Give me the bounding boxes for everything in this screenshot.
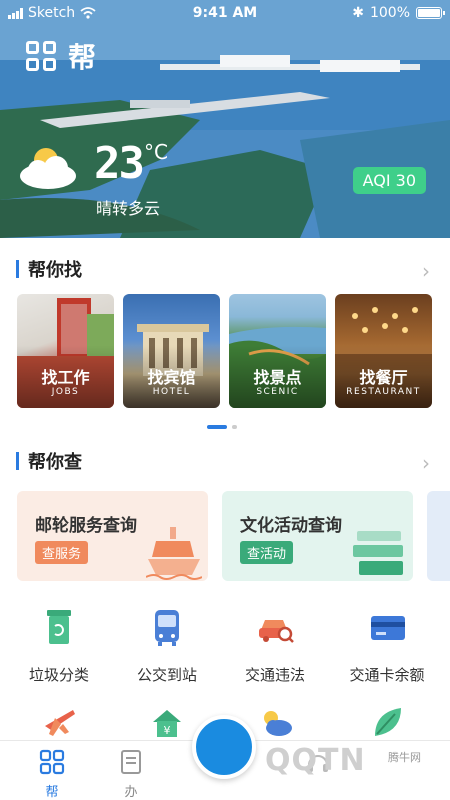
service-environment[interactable] xyxy=(332,702,442,742)
tab-label: 办 xyxy=(124,785,138,800)
query-card-title: 文化活动查询 xyxy=(240,516,342,536)
service-flight[interactable] xyxy=(4,702,114,742)
card-restaurant[interactable]: 找餐厅 RESTAURANT xyxy=(335,294,432,408)
chevron-right-icon[interactable]: › xyxy=(422,451,430,475)
service-label: 垃圾分类 xyxy=(28,666,89,684)
battery-percent: 100% xyxy=(369,5,410,21)
find-cards: 找工作 JOBS 找宾馆 HOTEL 找景点 SCENIC 找餐厅 RESTAU… xyxy=(17,294,450,410)
query-section-header[interactable]: 帮你查 › xyxy=(16,446,436,476)
document-tab-icon xyxy=(121,750,141,774)
transit-card-icon xyxy=(371,616,405,640)
card-title: 找餐厅 xyxy=(359,368,408,387)
tab-bang[interactable]: 帮 xyxy=(22,749,82,800)
card-subtitle: JOBS xyxy=(51,387,80,397)
cruise-query-card[interactable]: 邮轮服务查询 查服务 xyxy=(17,491,208,581)
tab-label: 帮 xyxy=(45,785,59,800)
watermark-small: 腾牛网 xyxy=(388,751,421,764)
house-yuan-icon: ¥ xyxy=(153,710,181,737)
ship-icon xyxy=(146,527,202,580)
carousel-dot[interactable] xyxy=(232,425,237,429)
section-accent-bar xyxy=(16,260,19,278)
bluetooth-icon: ✱ xyxy=(352,5,364,21)
trash-bin-icon xyxy=(47,610,71,644)
service-label: 公交到站 xyxy=(136,666,197,684)
chevron-right-icon[interactable]: › xyxy=(422,259,430,283)
query-card-title: 邮轮服务查询 xyxy=(35,516,137,536)
find-section-header[interactable]: 帮你找 › xyxy=(16,254,436,284)
carousel-dot-active xyxy=(207,425,227,429)
aqi-badge[interactable]: AQI 30 xyxy=(352,167,426,194)
grid-logo-icon xyxy=(26,41,56,71)
car-search-icon xyxy=(259,620,294,643)
bottom-tab-bar: 帮 办 QQTN 腾牛网 xyxy=(0,715,450,800)
card-title: 找景点 xyxy=(253,368,302,387)
bus-icon xyxy=(155,610,179,646)
airplane-icon xyxy=(45,710,75,736)
service-bus[interactable]: 公交到站 xyxy=(112,606,222,685)
service-label: 交通卡余额 xyxy=(349,666,425,684)
next-query-card[interactable] xyxy=(427,491,450,581)
tab-ban[interactable]: 办 xyxy=(101,749,161,800)
card-scenic[interactable]: 找景点 SCENIC xyxy=(229,294,326,408)
watermark: QQTN xyxy=(265,743,366,778)
query-section-title: 帮你查 xyxy=(28,452,82,473)
grid-tab-icon xyxy=(39,749,65,775)
card-title: 找宾馆 xyxy=(147,368,196,387)
card-subtitle: RESTAURANT xyxy=(346,387,421,397)
card-title: 找工作 xyxy=(41,368,90,387)
center-action-button[interactable] xyxy=(192,715,256,779)
service-label: 交通违法 xyxy=(244,666,305,684)
svg-text:¥: ¥ xyxy=(164,724,171,737)
service-trash[interactable]: 垃圾分类 xyxy=(4,606,114,685)
app-name: 帮 xyxy=(68,41,99,74)
temperature: 23 xyxy=(94,138,145,189)
card-hotel[interactable]: 找宾馆 HOTEL xyxy=(123,294,220,408)
find-section-title: 帮你找 xyxy=(28,260,82,281)
battery-icon xyxy=(416,7,445,19)
card-subtitle: HOTEL xyxy=(152,387,191,397)
app-logo: 帮 xyxy=(26,36,98,76)
temperature-unit: °C xyxy=(144,140,168,164)
service-transit-card[interactable]: 交通卡余额 xyxy=(332,606,442,685)
partly-cloudy-icon xyxy=(20,148,76,189)
books-icon xyxy=(353,531,403,575)
service-violation[interactable]: 交通违法 xyxy=(220,606,330,685)
query-service-button[interactable]: 查服务 xyxy=(35,541,89,564)
leaf-icon xyxy=(375,708,401,736)
sun-cloud-icon xyxy=(264,711,292,736)
section-accent-bar xyxy=(16,452,19,470)
weather-description: 晴转多云 xyxy=(96,199,161,218)
query-activity-button[interactable]: 查活动 xyxy=(240,541,294,564)
card-subtitle: SCENIC xyxy=(256,387,299,397)
hero-banner: Sketch 9:41 AM ✱ 100% 帮 23 °C 晴转多云 AQI 3… xyxy=(0,0,450,238)
status-bar: Sketch 9:41 AM ✱ 100% xyxy=(0,0,450,26)
culture-query-card[interactable]: 文化活动查询 查活动 xyxy=(222,491,413,581)
card-jobs[interactable]: 找工作 JOBS xyxy=(17,294,114,408)
carousel-indicator xyxy=(207,425,237,429)
